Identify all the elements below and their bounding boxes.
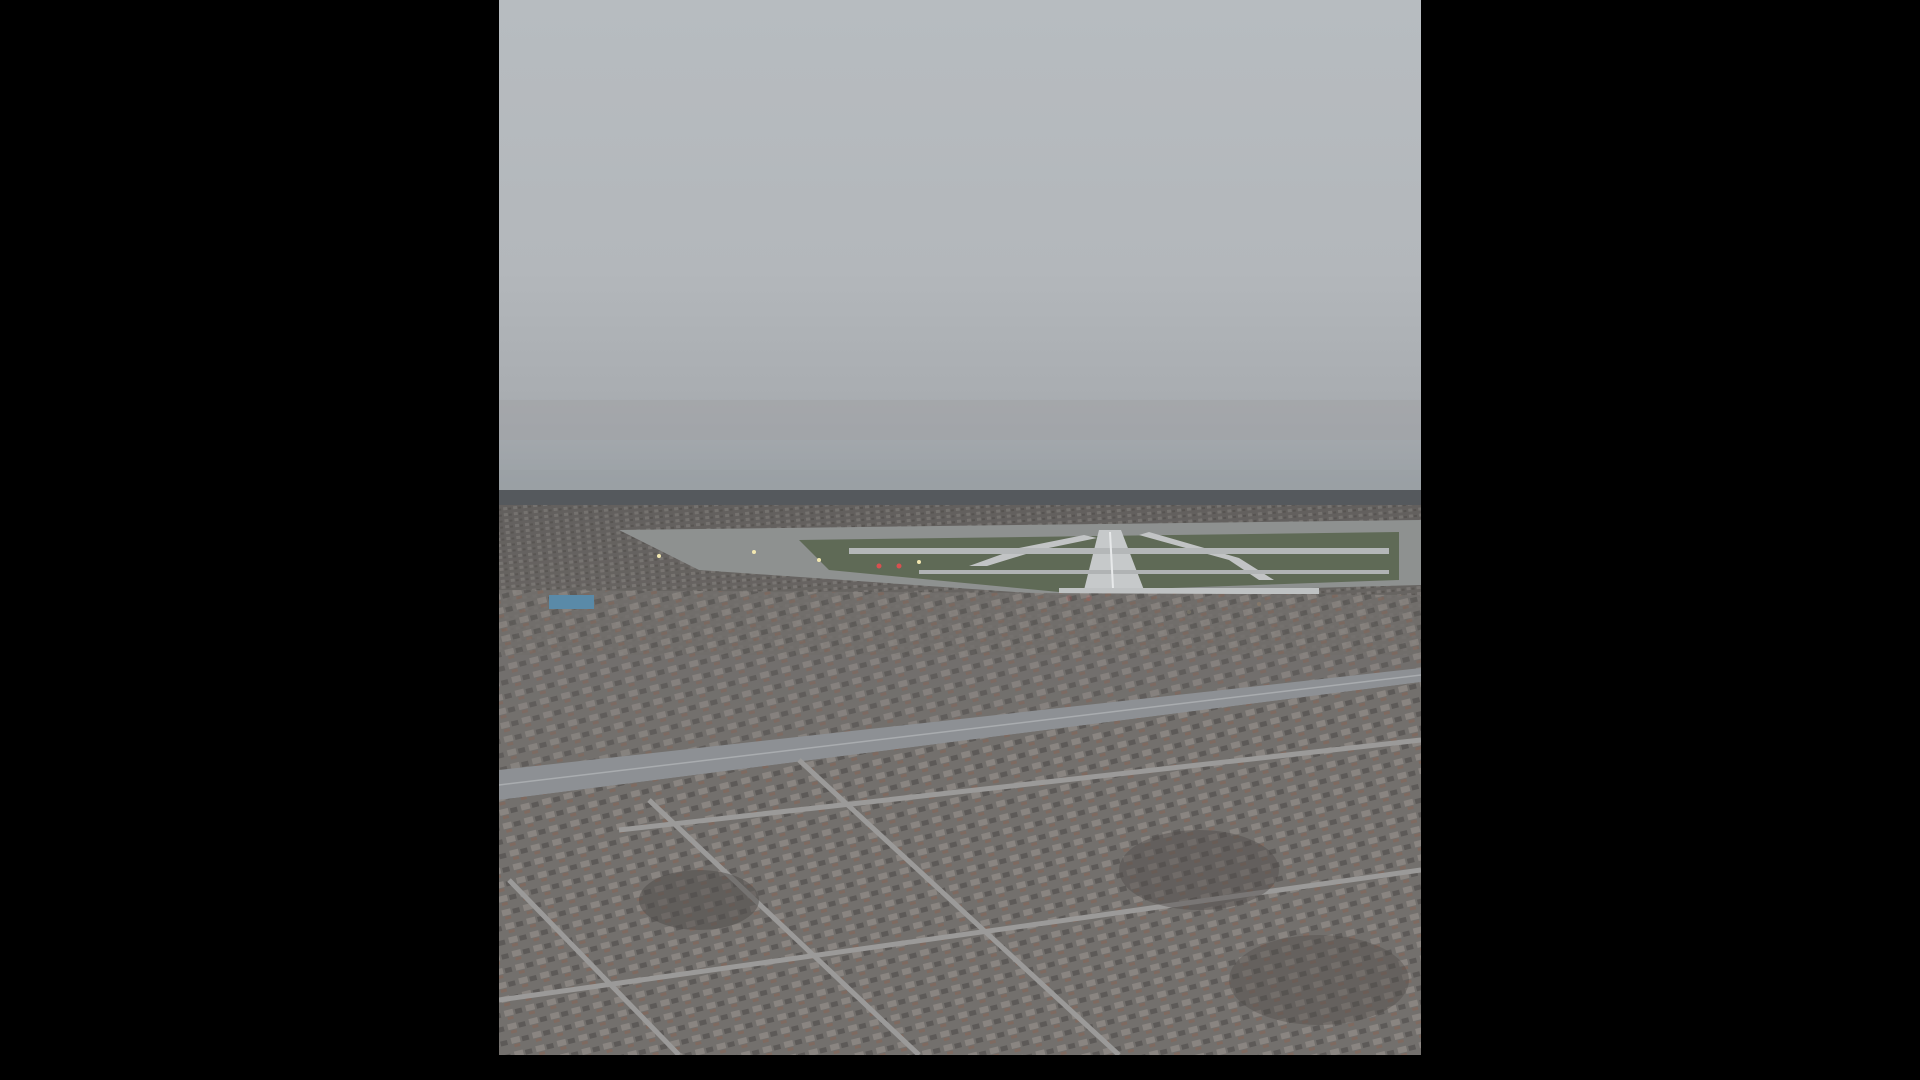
video-viewer bbox=[0, 0, 1920, 1080]
aerial-photo bbox=[499, 0, 1421, 1055]
video-frame[interactable] bbox=[499, 0, 1421, 1055]
